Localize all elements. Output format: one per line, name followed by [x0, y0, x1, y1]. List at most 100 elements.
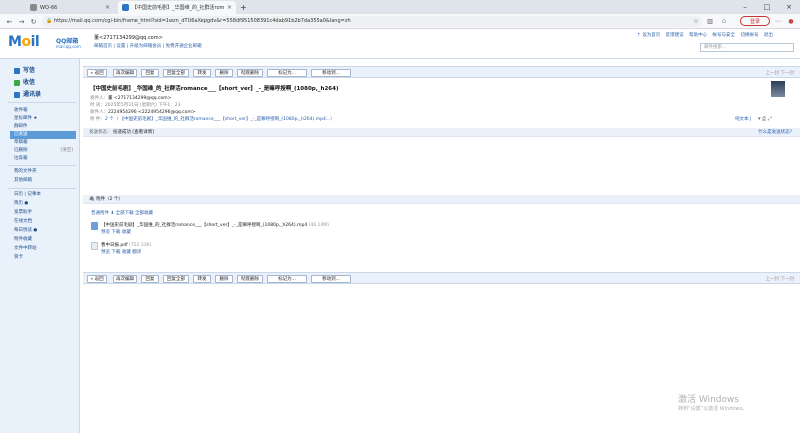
- switch-account-link[interactable]: 切换帐号: [740, 33, 758, 38]
- sidebar-item-attach-fav[interactable]: 附件收藏: [10, 236, 76, 244]
- help-link[interactable]: 帮助中心: [689, 33, 707, 38]
- contacts-icon: [14, 91, 20, 98]
- feedback-link[interactable]: 反馈建议: [666, 33, 684, 38]
- more-options-icon[interactable]: ▾ ⎙ ⤢: [758, 116, 772, 122]
- tab-wo66[interactable]: WO-66 ×: [26, 1, 114, 14]
- attach-row: 附 件：2 个（ 【中国史前毛剧】_华国维_的_社群活romance___【sh…: [90, 117, 335, 122]
- refresh-icon[interactable]: ↻: [29, 17, 38, 26]
- reply-button[interactable]: 回复: [141, 69, 159, 77]
- plain-text-link[interactable]: 纯文本 |: [735, 116, 751, 122]
- back-button[interactable]: « 返回: [87, 69, 107, 77]
- from-value[interactable]: 董 <2717134299@qq.com>: [108, 96, 171, 101]
- permanent-delete-button[interactable]: 彻底删除: [237, 275, 263, 283]
- attachment-ops[interactable]: 预览 下载 收藏 翻译: [101, 249, 141, 255]
- forward-icon[interactable]: →: [17, 17, 26, 26]
- sender-avatar[interactable]: [771, 81, 785, 97]
- move-to-dropdown[interactable]: 移动到...: [311, 275, 351, 283]
- attachment-size: (46.14M): [308, 223, 329, 228]
- url-input[interactable]: 🔒 https://mail.qq.com/cgi-bin/frame_html…: [42, 16, 702, 27]
- close-window-icon[interactable]: ×: [778, 0, 800, 14]
- mark-as-dropdown[interactable]: 标记为...: [267, 275, 307, 283]
- from-row: 发件人：董 <2717134299@qq.com>: [90, 96, 172, 101]
- mail-toolbar-top: « 返回 再次编辑 回复 回复全部 转发 删除 彻底删除 标记为... 移动到.…: [83, 66, 800, 78]
- minimize-icon[interactable]: –: [734, 0, 756, 14]
- empty-trash-link[interactable]: [清空]: [60, 147, 73, 155]
- window-controls: – □ ×: [734, 0, 800, 14]
- close-icon[interactable]: ×: [105, 4, 110, 11]
- permanent-delete-button[interactable]: 彻底删除: [237, 69, 263, 77]
- sidebar-item-docs[interactable]: 在线文档: [10, 218, 76, 226]
- sidebar-item-inbox[interactable]: 收件箱: [10, 107, 76, 115]
- mail-subject: 【中国史前毛剧】_华国维_的_社群活romance___【short_ver】_…: [90, 86, 339, 92]
- reply-all-button[interactable]: 回复全部: [163, 275, 189, 283]
- sidebar-item-reading[interactable]: 每日悦读 ●: [10, 227, 76, 235]
- attachment-name: 【中国史前毛剧】_华国维_的_社群活romance___【short_ver】_…: [101, 223, 308, 228]
- mark-as-dropdown[interactable]: 标记为...: [267, 69, 307, 77]
- mail-toolbar-bottom: « 返回 再次编辑 回复 回复全部 转发 删除 彻底删除 标记为... 移动到.…: [83, 272, 800, 284]
- back-button[interactable]: « 返回: [87, 275, 107, 283]
- time-value: 2025年5月31日 (星期六) 下午1：23: [104, 103, 181, 108]
- attachment-ops[interactable]: 预览 下载 收藏: [101, 229, 131, 235]
- send-status-help[interactable]: 什么是发送状态?: [758, 128, 792, 137]
- sidebar-item-resume[interactable]: 简历 ●: [10, 200, 76, 208]
- mail-search-input[interactable]: 邮件搜索...: [700, 43, 794, 52]
- pager[interactable]: 上一封 下一封: [766, 70, 794, 76]
- inbox-icon: [14, 79, 20, 86]
- copilot-icon[interactable]: ●: [787, 17, 795, 25]
- sidebar-item-group[interactable]: 群邮件: [10, 123, 76, 131]
- sidebar-item-drafts[interactable]: 草稿箱: [10, 139, 76, 147]
- sidebar-item-file-transfer[interactable]: 文件中转站: [10, 245, 76, 253]
- edit-again-button[interactable]: 再次编辑: [113, 275, 137, 283]
- attachment-size: (752.53K): [129, 243, 152, 248]
- compose-button[interactable]: 写信: [14, 65, 35, 74]
- logout-link[interactable]: 退出: [764, 33, 773, 38]
- contacts-button[interactable]: 通讯录: [14, 89, 41, 98]
- sidebar-item-other-mailbox[interactable]: 其他邮箱: [10, 177, 76, 185]
- delete-button[interactable]: 删除: [215, 275, 233, 283]
- sidebar-item-my-folders[interactable]: 我的文件夹: [10, 168, 76, 176]
- page-icon: [30, 4, 37, 11]
- security-link[interactable]: 帐号与安全: [713, 33, 736, 38]
- attachment-actions[interactable]: 普通附件 ⬇ 全部下载 全部收藏: [91, 210, 153, 216]
- more-icon[interactable]: ⋯: [774, 17, 782, 25]
- favorites-icon[interactable]: ✩: [720, 17, 728, 25]
- windows-activation-title: 激活 Windows: [678, 395, 740, 405]
- forward-button[interactable]: 转发: [193, 275, 211, 283]
- send-status-bar: 发送状态： 投递成功 [查看详情] 什么是发送状态?: [83, 128, 800, 137]
- new-tab-button[interactable]: +: [236, 1, 248, 14]
- tab-mail[interactable]: 【中国史前毛剧】_华国维_的_社群活romance___ ×: [118, 1, 236, 14]
- back-icon[interactable]: ←: [5, 17, 14, 26]
- close-icon[interactable]: ×: [227, 4, 232, 11]
- qq-mail-logo[interactable]: Moil: [8, 34, 40, 50]
- mail-icon: [122, 4, 129, 11]
- user-links[interactable]: 邮箱首页 | 设置 | 升级为邮箱会员 | 免费开通企业邮箱: [94, 43, 202, 49]
- sidebar-item-card[interactable]: 贺卡: [10, 254, 76, 262]
- sidebar-item-invoice[interactable]: 发票助手: [10, 209, 76, 217]
- login-button[interactable]: 登录: [740, 16, 770, 26]
- sidebar-item-deleted[interactable]: 已删除 [清空]: [10, 147, 76, 155]
- tab-label: WO-66: [40, 4, 58, 11]
- forward-button[interactable]: 转发: [193, 69, 211, 77]
- reply-button[interactable]: 回复: [141, 275, 159, 283]
- to-value[interactable]: 2224954296 <2224954296@qq.com>: [108, 110, 196, 115]
- divider: [8, 165, 76, 166]
- edit-again-button[interactable]: 再次编辑: [113, 69, 137, 77]
- move-to-dropdown[interactable]: 移动到...: [311, 69, 351, 77]
- set-home-link[interactable]: ↑ 设为首页: [637, 33, 660, 38]
- send-status[interactable]: 投递成功 [查看详情]: [113, 130, 154, 135]
- reply-all-button[interactable]: 回复全部: [163, 69, 189, 77]
- receive-button[interactable]: 收信: [14, 77, 35, 86]
- sidebar-item-sent[interactable]: 已发送: [10, 131, 76, 139]
- pager[interactable]: 上一封 下一封: [766, 276, 794, 282]
- attach-summary[interactable]: 2 个（ 【中国史前毛剧】_华国维_的_社群活romance___【short_…: [105, 117, 335, 122]
- divider: [8, 102, 76, 103]
- delete-button[interactable]: 删除: [215, 69, 233, 77]
- star-icon[interactable]: ☆: [692, 17, 700, 25]
- sidebar-item-spam[interactable]: 垃圾箱: [10, 155, 76, 163]
- sidebar: 写信 收信 通讯录 收件箱 星标邮件 ★ 群邮件 已发送 草稿箱 已删除 [清空]…: [0, 59, 80, 433]
- maximize-icon[interactable]: □: [756, 0, 778, 14]
- windows-activation-hint: 转到“设置”以激活 Windows。: [678, 406, 748, 412]
- split-icon[interactable]: ▥: [706, 17, 714, 25]
- sidebar-item-starred[interactable]: 星标邮件 ★: [10, 115, 76, 123]
- sidebar-item-calendar[interactable]: 日历 | 记事本: [10, 191, 76, 199]
